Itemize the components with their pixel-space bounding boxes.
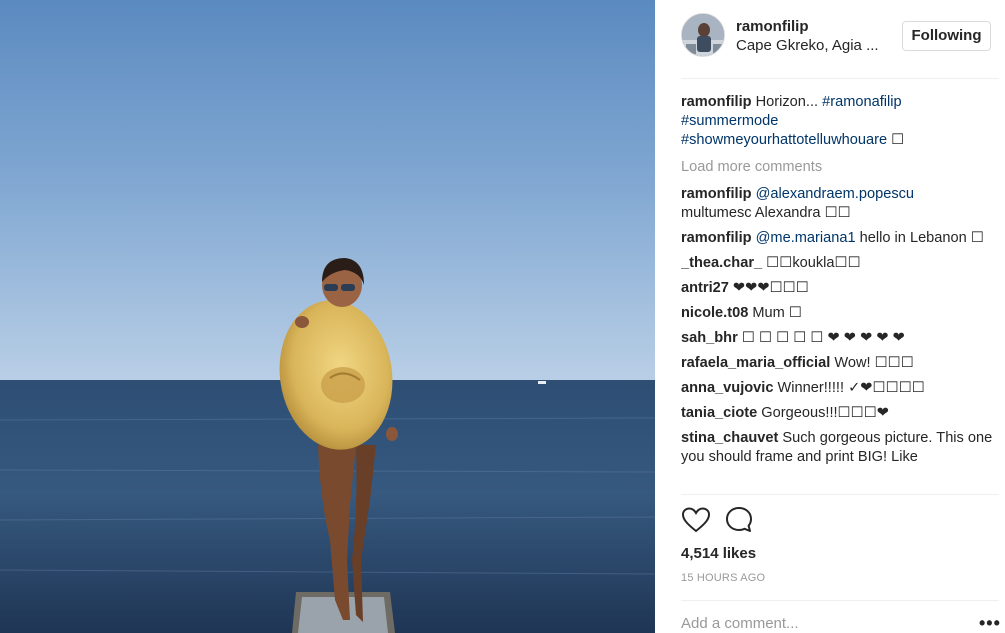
comment-username[interactable]: ramonfilip (681, 186, 752, 202)
comment: stina_chauvet Such gorgeous picture. Thi… (681, 429, 995, 467)
caption-text: Horizon... (751, 94, 823, 110)
comment-mention[interactable]: @me.mariana1 (756, 230, 856, 246)
load-more-comments-link[interactable]: Load more comments (681, 158, 995, 177)
comment: tania_ciote Gorgeous!!!☐☐☐❤ (681, 404, 995, 423)
post-photo[interactable] (0, 0, 655, 633)
comment: nicole.t08 Mum ☐ (681, 304, 995, 323)
hashtag-link[interactable]: #ramonafilip (822, 94, 902, 110)
comment-text: Wow! ☐☐☐ (830, 355, 914, 371)
avatar-image (682, 14, 724, 56)
comment-text: ☐ ☐ ☐ ☐ ☐ ❤ ❤ ❤ ❤ ❤ (737, 330, 905, 346)
comment-username[interactable]: ramonfilip (681, 230, 752, 246)
comment-username[interactable]: nicole.t08 (681, 305, 748, 321)
caption-emoji: ☐ (887, 132, 905, 148)
header-divider (681, 78, 999, 79)
comment-username[interactable]: anna_vujovic (681, 380, 773, 396)
post-location[interactable]: Cape Gkreko, Agia ... (736, 37, 879, 54)
post-side-panel: ramonfilip Cape Gkreko, Agia ... Followi… (655, 0, 1005, 633)
post-author-username[interactable]: ramonfilip (736, 18, 809, 35)
post-image (0, 0, 655, 633)
more-options-icon[interactable]: ••• (979, 613, 1001, 633)
post-timestamp[interactable]: 15 HOURS AGO (681, 572, 765, 584)
comments-list[interactable]: ramonfilip Horizon... #ramonafilip #summ… (681, 93, 995, 493)
comment-username[interactable]: tania_ciote (681, 405, 757, 421)
caption-username[interactable]: ramonfilip (681, 94, 752, 110)
comments-divider (681, 494, 999, 495)
comment: antri27 ❤❤❤☐☐☐ (681, 279, 995, 298)
following-button[interactable]: Following (902, 21, 991, 51)
comment: _thea.char_ ☐☐koukla☐☐ (681, 254, 995, 273)
hashtag-link[interactable]: #summermode (681, 113, 778, 129)
post-caption: ramonfilip Horizon... #ramonafilip #summ… (681, 93, 995, 150)
comment-text: Winner!!!!! ✓❤☐☐☐☐ (773, 380, 925, 396)
post-header: ramonfilip Cape Gkreko, Agia ... Followi… (681, 12, 999, 68)
heart-icon (681, 507, 711, 533)
comment-icon (726, 507, 752, 532)
likes-count[interactable]: 4,514 likes (681, 545, 756, 562)
comment-mention[interactable]: @alexandraem.popescu (756, 186, 914, 202)
comment-username[interactable]: stina_chauvet (681, 430, 778, 446)
comment: sah_bhr ☐ ☐ ☐ ☐ ☐ ❤ ❤ ❤ ❤ ❤ (681, 329, 995, 348)
comment: ramonfilip @me.mariana1 hello in Lebanon… (681, 229, 995, 248)
comment-text: multumesc Alexandra ☐☐ (681, 205, 851, 221)
add-comment-input[interactable] (681, 610, 951, 633)
like-button[interactable] (681, 505, 711, 535)
comment-text: hello in Lebanon ☐ (855, 230, 984, 246)
comment-text: Mum ☐ (748, 305, 802, 321)
comment-text: ❤❤❤☐☐☐ (728, 280, 809, 296)
comment-button[interactable] (724, 505, 754, 535)
footer-divider (681, 600, 999, 601)
avatar[interactable] (681, 13, 725, 57)
comment: ramonfilip @alexandraem.popescu multumes… (681, 185, 995, 223)
comment-username[interactable]: rafaela_maria_official (681, 355, 830, 371)
comment: rafaela_maria_official Wow! ☐☐☐ (681, 354, 995, 373)
comment-username[interactable]: _thea.char_ (681, 255, 762, 271)
comment-text: ☐☐koukla☐☐ (762, 255, 861, 271)
comment-username[interactable]: antri27 (681, 280, 729, 296)
comment-username[interactable]: sah_bhr (681, 330, 738, 346)
comment-text: Gorgeous!!!☐☐☐❤ (757, 405, 890, 421)
hashtag-link[interactable]: #showmeyourhattotelluwhouare (681, 132, 887, 148)
comment: anna_vujovic Winner!!!!! ✓❤☐☐☐☐ (681, 379, 995, 398)
